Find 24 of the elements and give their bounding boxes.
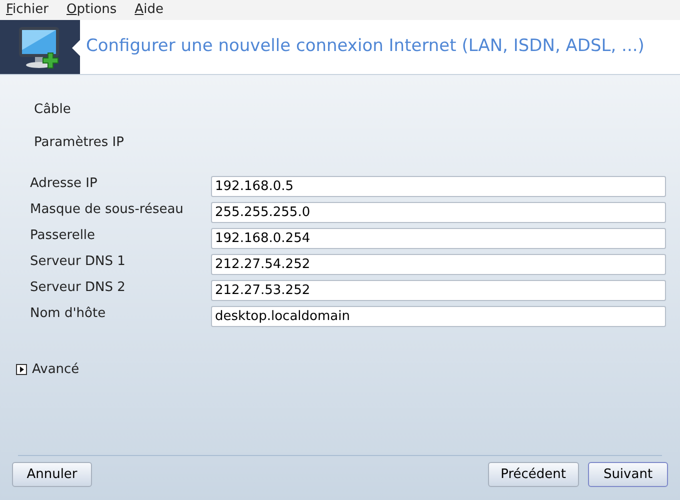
field-label: Serveur DNS 2 [30, 278, 126, 297]
previous-button[interactable]: Précédent [488, 462, 579, 487]
menu-item[interactable]: Aide [134, 0, 164, 20]
expander-icon[interactable] [16, 364, 27, 376]
cancel-button[interactable]: Annuler [12, 462, 92, 487]
header-title: Configurer une nouvelle connexion Internet (LAN, ISDN, ADSL, ...) [85, 35, 644, 58]
field-label: Nom d'hôte [30, 304, 107, 323]
section-label: Paramètres IP [34, 134, 125, 152]
input-field[interactable]: 192.168.0.254 [211, 228, 666, 249]
input-field[interactable]: 212.27.53.252 [211, 280, 666, 301]
input-field[interactable]: desktop.localdomain [211, 306, 666, 327]
field-label: Masque de sous-réseau [30, 200, 184, 219]
section-label: Câble [34, 101, 72, 119]
field-label: Adresse IP [30, 174, 98, 193]
pointer-notch [72, 40, 80, 56]
next-button[interactable]: Suivant [588, 462, 668, 487]
input-field[interactable]: 192.168.0.5 [211, 176, 666, 197]
input-field[interactable]: 255.255.255.0 [211, 202, 666, 223]
field-label: Passerelle [30, 226, 96, 245]
menu-item[interactable]: Options [66, 0, 117, 20]
advanced-label[interactable]: Avancé [32, 360, 80, 380]
input-field[interactable]: 212.27.54.252 [211, 254, 666, 275]
field-label: Serveur DNS 1 [30, 252, 126, 271]
menu-item[interactable]: Fichier [6, 0, 48, 20]
